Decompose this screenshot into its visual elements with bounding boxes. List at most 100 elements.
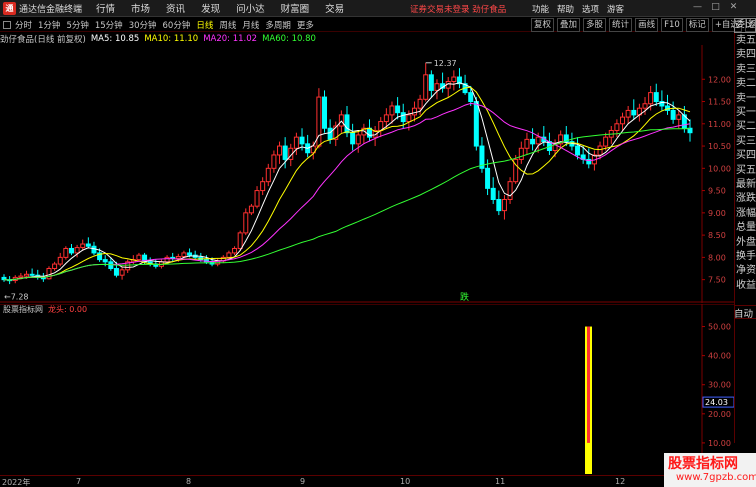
candle-body (265, 167, 271, 183)
menu-wenxiaoda[interactable]: 问小达 (236, 1, 265, 15)
candle-body (277, 145, 283, 156)
candle-body (175, 255, 181, 259)
chart-tools: 复权 叠加 多股 统计 画线 F10 标记 +自选 返回 (528, 18, 756, 32)
side-label: 换手 (736, 251, 756, 262)
period-15min[interactable]: 15分钟 (95, 19, 123, 31)
menu-gongneng[interactable]: 功能 (532, 3, 549, 15)
candle-body (473, 101, 479, 147)
candle-body (327, 127, 333, 140)
side-label: 卖五 (736, 35, 756, 46)
date-label: 10 (400, 477, 411, 486)
period-fenshi[interactable]: 分时 (15, 19, 32, 31)
signal-bar-inner (587, 326, 590, 443)
sub-axis-label: 40.00 (708, 352, 731, 361)
candle-body (57, 256, 63, 265)
period-daily[interactable]: 日线 (196, 19, 213, 31)
candle-body (113, 268, 119, 276)
right-menu: 功能 帮助 选项 游客 (532, 3, 632, 15)
candle-body (344, 114, 350, 134)
candle-body (102, 259, 108, 263)
candle-body (670, 109, 676, 120)
candle-body (68, 247, 74, 254)
layout-icon[interactable] (3, 20, 11, 29)
candle-body (355, 134, 361, 145)
watermark: 股票指标网 www.7gpzb.com (664, 453, 756, 487)
menu-zixun[interactable]: 资讯 (166, 1, 185, 15)
login-notice[interactable]: 证券交易未登录 劲仔食品 (410, 3, 506, 15)
high-label: 12.37 (434, 59, 457, 68)
candle-body (501, 198, 507, 212)
price-label: 10.00 (708, 164, 731, 173)
candle-body (383, 114, 389, 123)
price-label: 8.50 (708, 231, 726, 240)
candle-body (136, 254, 142, 261)
candle-body (490, 187, 496, 200)
side-label: 最新 (736, 179, 756, 190)
price-label: 7.50 (708, 276, 726, 285)
candle-body (496, 198, 502, 212)
period-more[interactable]: 更多 (297, 19, 314, 31)
candle-body (485, 167, 491, 189)
indicator-chart[interactable]: 50.00 40.00 30.00 20.00 10.00 24.03 (0, 304, 734, 474)
watermark-url: www.7gpzb.com (676, 472, 756, 483)
side-label: 涨幅 (736, 207, 756, 219)
candle-body (389, 105, 395, 116)
sub-axis-label: 10.00 (708, 439, 731, 448)
menu-youke[interactable]: 游客 (607, 3, 624, 15)
candle-body (434, 83, 440, 91)
tool-biaoji[interactable]: 标记 (685, 18, 709, 32)
ma60-label: MA60: 10.80 (262, 34, 316, 44)
close-icon[interactable]: ✕ (727, 2, 740, 15)
price-label: 10.50 (708, 142, 731, 151)
menu-shichang[interactable]: 市场 (131, 1, 150, 15)
period-multi[interactable]: 多周期 (265, 19, 291, 31)
app-logo-icon: 通 (3, 1, 16, 15)
menu-xuanxiang[interactable]: 选项 (582, 3, 599, 15)
price-label: 12.00 (708, 75, 731, 84)
tool-huaxian[interactable]: 画线 (635, 18, 659, 32)
candle-body (63, 247, 69, 258)
sub-marker-value: 24.03 (705, 398, 728, 407)
period-30min[interactable]: 30分钟 (129, 19, 157, 31)
candle-body (226, 252, 232, 258)
candle-body (299, 136, 305, 145)
minimize-icon[interactable]: — (691, 2, 704, 15)
side-label: 外盘 (736, 236, 756, 248)
candle-body (417, 98, 423, 109)
side-label: 买五 (736, 164, 756, 176)
ma5-label: MA5: 10.85 (90, 34, 140, 44)
side-label: 收益 (736, 279, 756, 291)
menu-jiaoyi[interactable]: 交易 (325, 1, 344, 15)
tool-fuquan[interactable]: 复权 (531, 18, 555, 32)
tool-tongji[interactable]: 统计 (609, 18, 633, 32)
period-60min[interactable]: 60分钟 (163, 19, 191, 31)
candle-body (518, 147, 524, 160)
menu-caifuquan[interactable]: 财富圈 (281, 1, 310, 15)
candle-body (232, 247, 238, 254)
auto-button[interactable]: 自动 (734, 305, 756, 320)
title-bar: 通 通达信金融终端 行情 市场 资讯 发现 问小达 财富圈 交易 证券交易未登录… (0, 0, 756, 17)
side-label: 总量 (736, 222, 756, 234)
tool-diejia[interactable]: 叠加 (557, 18, 581, 32)
period-monthly[interactable]: 月线 (242, 19, 259, 31)
candle-body (29, 273, 35, 276)
period-weekly[interactable]: 周线 (219, 19, 236, 31)
period-5min[interactable]: 5分钟 (66, 19, 88, 31)
candle-body (85, 243, 91, 247)
candle-body (164, 256, 170, 263)
period-1min[interactable]: 1分钟 (38, 19, 60, 31)
menu-hangqing[interactable]: 行情 (96, 1, 115, 15)
candle-body (237, 232, 243, 249)
kline-chart[interactable]: 12.00 11.50 11.00 10.50 10.00 9.50 9.00 8.50 8.0… (0, 45, 734, 303)
candle-body (648, 92, 654, 105)
tool-duogu[interactable]: 多股 (583, 18, 607, 32)
menu-bangzhu[interactable]: 帮助 (557, 3, 574, 15)
sub-axis-label: 50.00 (708, 323, 731, 332)
price-label: 11.50 (708, 98, 731, 107)
candle-body (400, 112, 406, 123)
maximize-icon[interactable]: □ (709, 2, 722, 15)
menu-faxian[interactable]: 发现 (201, 1, 220, 15)
candle-body (535, 136, 541, 145)
candle-body (260, 181, 266, 192)
tool-f10[interactable]: F10 (661, 18, 683, 32)
